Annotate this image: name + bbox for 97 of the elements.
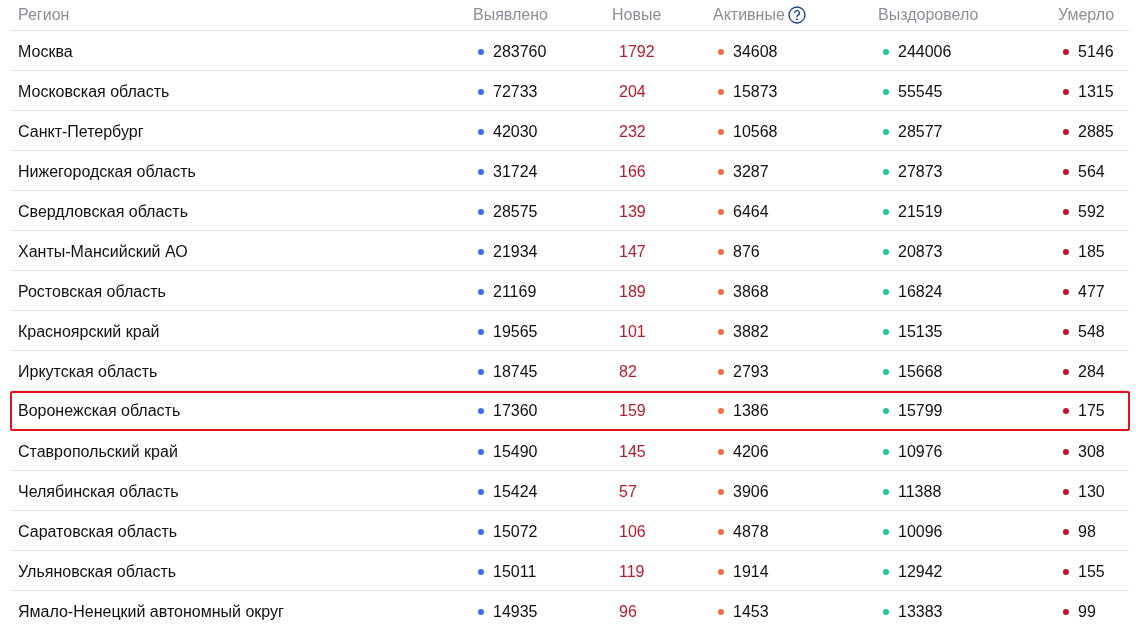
region-name: Свердловская область	[18, 202, 188, 221]
cell-value: 139	[618, 202, 646, 221]
region-name: Ханты-Мансийский АО	[18, 242, 188, 261]
cell-value: 55545	[898, 82, 943, 101]
cell-value: 1914	[733, 562, 769, 581]
cell-value: 185	[1078, 242, 1105, 261]
cell-value: 1386	[733, 402, 769, 420]
cell-value: 5146	[1078, 42, 1114, 61]
cell-value: 15072	[493, 522, 538, 541]
cell-value: 189	[618, 282, 646, 301]
cell-value: 1453	[733, 602, 769, 621]
cell-value: 4206	[733, 442, 769, 461]
cell-value: 57	[618, 482, 637, 501]
region-name: Саратовская область	[18, 522, 178, 541]
column-header: Новые	[612, 6, 662, 24]
cell-value: 12942	[898, 562, 943, 581]
cell-value: 155	[1078, 562, 1105, 581]
cell-value: 232	[618, 122, 646, 141]
cell-value: 592	[1078, 202, 1105, 221]
region-name: Москва	[18, 42, 73, 61]
cell-value: 147	[618, 242, 646, 261]
cell-value: 11388	[898, 482, 942, 501]
cell-value: 159	[618, 402, 646, 420]
cell-value: 101	[618, 322, 646, 341]
cell-value: 34608	[733, 42, 778, 61]
cell-value: 15135	[898, 322, 943, 341]
cell-value: 19565	[493, 322, 538, 341]
region-name: Иркутская область	[18, 362, 158, 381]
cell-value: 130	[1078, 482, 1105, 501]
cell-value: 119	[618, 562, 645, 581]
cell-value: 10568	[733, 122, 778, 141]
cell-value: 20873	[898, 242, 943, 261]
region-name: Челябинская область	[18, 482, 179, 501]
cell-value: 284	[1078, 362, 1105, 381]
cell-value: 308	[1078, 442, 1105, 461]
cell-value: 10976	[898, 442, 943, 461]
region-name: Нижегородская область	[18, 162, 196, 181]
column-header: Активные	[713, 6, 785, 24]
cell-value: 21934	[493, 242, 538, 261]
cell-value: 10096	[898, 522, 943, 541]
region-name: Санкт-Петербург	[18, 122, 144, 141]
cell-value: 21519	[898, 202, 943, 221]
cell-value: 17360	[493, 402, 538, 420]
cell-value: 2885	[1078, 122, 1114, 141]
region-name: Ставропольский край	[18, 442, 178, 461]
cell-value: 145	[618, 442, 646, 461]
cell-value: 15424	[493, 482, 538, 501]
cell-value: 175	[1078, 402, 1105, 420]
cell-value: 283760	[493, 42, 547, 61]
cell-value: 27873	[898, 162, 943, 181]
cell-value: 3868	[733, 282, 769, 301]
cell-value: 3906	[733, 482, 769, 501]
cell-value: 42030	[493, 122, 538, 141]
cell-value: 18745	[493, 362, 538, 381]
region-name: Ульяновская область	[18, 562, 177, 581]
region-name: Ростовская область	[18, 282, 166, 301]
cell-value: 28575	[493, 202, 538, 221]
cell-value: 13383	[898, 602, 943, 621]
cell-value: 31724	[493, 162, 538, 181]
region-name: Московская область	[18, 82, 170, 101]
cell-value: 477	[1078, 282, 1105, 301]
region-name: Воронежская область	[18, 402, 181, 420]
cell-value: 15490	[493, 442, 538, 461]
region-name: Ямало-Ненецкий автономный округ	[18, 602, 284, 621]
cell-value: 15873	[733, 82, 778, 101]
cell-value: 72733	[493, 82, 538, 101]
cell-value: 2793	[733, 362, 769, 381]
cell-value: 3287	[733, 162, 769, 181]
cell-value: 28577	[898, 122, 943, 141]
cell-value: 106	[618, 522, 646, 541]
cell-value: 6464	[733, 202, 769, 221]
cell-value: 15799	[898, 402, 943, 420]
cell-value: 16824	[898, 282, 943, 301]
cell-value: 98	[1078, 522, 1096, 541]
column-header: Регион	[18, 6, 70, 24]
help-icon[interactable]	[787, 6, 806, 24]
cell-value: 876	[733, 242, 760, 261]
cell-value: 1792	[618, 42, 655, 61]
cell-value: 4878	[733, 522, 769, 541]
cell-value: 244006	[898, 42, 952, 61]
cell-value: 15011	[493, 562, 537, 581]
column-header: Выявлено	[473, 6, 548, 24]
cell-value: 99	[1078, 602, 1096, 621]
cell-value: 166	[618, 162, 646, 181]
region-name: Красноярский край	[18, 322, 160, 341]
cell-value: 82	[618, 362, 637, 381]
column-header: Выздоровело	[878, 6, 979, 24]
cell-value: 21169	[493, 282, 537, 301]
cell-value: 3882	[733, 322, 769, 341]
cell-value: 564	[1078, 162, 1105, 181]
cell-value: 204	[618, 82, 646, 101]
cell-value: 1315	[1078, 82, 1114, 101]
column-header: Умерло	[1058, 6, 1115, 24]
cell-value: 14935	[493, 602, 538, 621]
cell-value: 96	[618, 602, 637, 621]
cell-value: 548	[1078, 322, 1105, 341]
cell-value: 15668	[898, 362, 943, 381]
